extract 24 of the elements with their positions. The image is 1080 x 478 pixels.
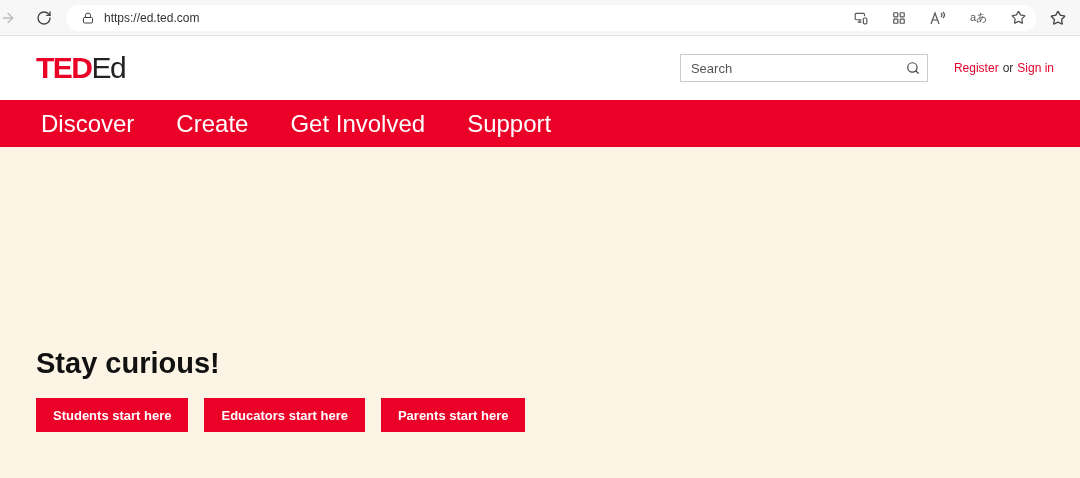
nav-link[interactable]: Get Involved — [290, 109, 426, 138]
lock-icon[interactable] — [82, 11, 94, 24]
url-text: https://ed.ted.com — [104, 10, 201, 25]
nav-link[interactable]: Discover — [41, 109, 135, 138]
logo[interactable]: TEDEd — [36, 51, 680, 85]
nav-link[interactable]: Create — [176, 109, 249, 138]
search-icon[interactable] — [905, 61, 920, 75]
hero-title: Stay curious! — [36, 347, 221, 380]
favorite-add-icon[interactable] — [1011, 10, 1026, 25]
start-button[interactable]: Parents start here — [380, 398, 526, 432]
auth-text: or — [1002, 61, 1014, 75]
search-field[interactable]: Search — [679, 54, 928, 82]
address-bar[interactable]: https://ed.ted.com aあ — [66, 4, 1036, 31]
devices-icon[interactable] — [853, 10, 868, 25]
apps-icon[interactable] — [891, 10, 906, 25]
reload-icon[interactable] — [36, 9, 52, 26]
start-button[interactable]: Educators start here — [204, 398, 365, 432]
nav-link[interactable]: Support — [467, 109, 552, 138]
favorites-icon[interactable] — [1050, 9, 1066, 26]
translate-button[interactable]: aあ — [969, 10, 987, 25]
start-button[interactable]: Students start here — [36, 398, 189, 432]
read-aloud-icon[interactable] — [929, 10, 946, 25]
auth-link[interactable]: Sign in — [1017, 61, 1054, 75]
auth-link[interactable]: Register — [953, 61, 999, 75]
